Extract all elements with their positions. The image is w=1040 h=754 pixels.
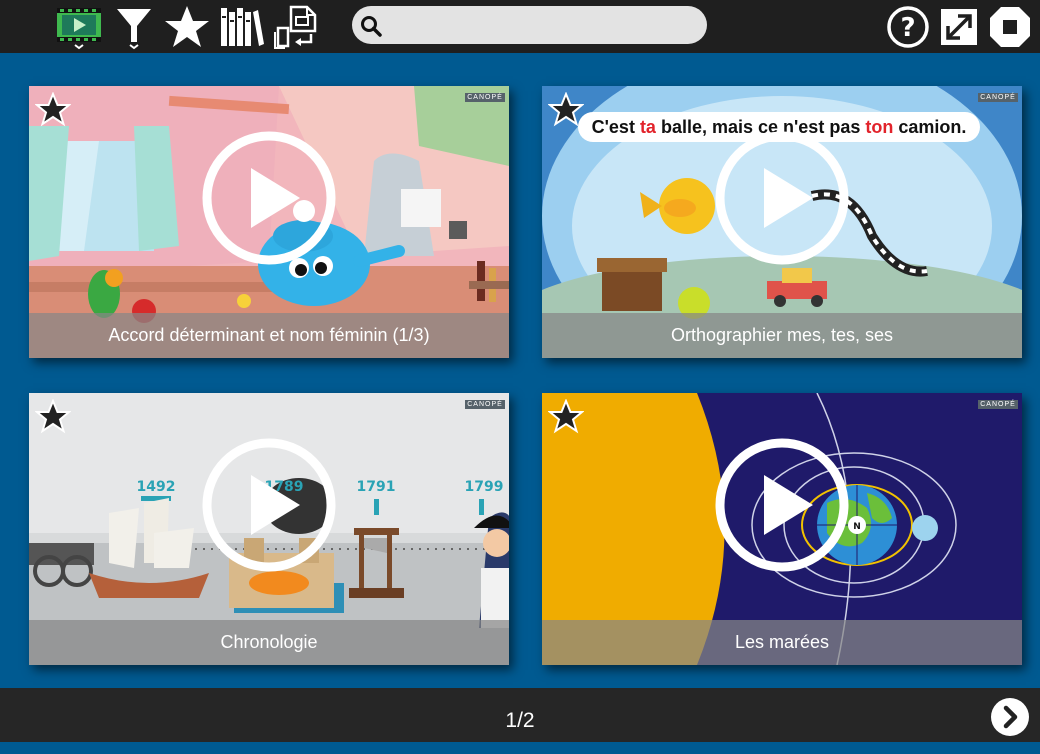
library-icon[interactable] [219, 4, 265, 50]
canope-logo: CANOPÉ [465, 400, 505, 409]
video-card[interactable]: 1492 1789 1791 1799 CANOPÉ Chronologie [29, 393, 509, 665]
favorite-star-icon[interactable] [547, 398, 585, 440]
video-card[interactable]: CANOPÉ Accord déterminant et nom féminin… [29, 86, 509, 358]
play-button-icon[interactable] [714, 130, 850, 271]
page-indicator: 1/2 [505, 709, 535, 732]
video-title: Orthographier mes, tes, ses [542, 313, 1022, 358]
subtitle-part: camion. [893, 117, 967, 137]
top-toolbar: ? [0, 0, 1040, 53]
search-bar [352, 6, 707, 46]
favorite-star-icon[interactable] [547, 91, 585, 133]
favorites-star-icon[interactable] [162, 4, 212, 50]
canope-logo: CANOPÉ [465, 93, 505, 102]
year-label: 1492 [137, 479, 176, 495]
subtitle-part: C'est [591, 117, 640, 137]
video-title: Accord déterminant et nom féminin (1/3) [29, 313, 509, 358]
subtitle-highlight: ta [639, 117, 656, 137]
filter-icon[interactable] [112, 4, 156, 50]
help-icon[interactable]: ? [884, 4, 932, 50]
next-page-icon[interactable] [990, 697, 1030, 742]
play-button-icon[interactable] [201, 130, 337, 271]
search-icon[interactable] [360, 15, 382, 42]
fullscreen-icon[interactable] [937, 4, 983, 50]
footer-bar: 1/2 [0, 688, 1040, 742]
favorite-star-icon[interactable] [34, 398, 72, 440]
import-export-icon[interactable] [273, 4, 321, 50]
canope-logo: CANOPÉ [978, 400, 1018, 409]
video-title: Les marées [542, 620, 1022, 665]
video-title: Chronologie [29, 620, 509, 665]
subtitle-highlight: ton [865, 117, 894, 137]
north-marker: N [853, 522, 861, 532]
video-card[interactable]: C'est ta balle, mais ce n'est pas ton ca… [542, 86, 1022, 358]
stop-icon[interactable] [987, 4, 1033, 50]
search-input[interactable] [388, 6, 697, 46]
year-label: 1791 [357, 479, 396, 495]
svg-text:?: ? [900, 13, 915, 43]
video-grid: CANOPÉ Accord déterminant et nom féminin… [0, 53, 1040, 688]
video-card[interactable]: N CANOPÉ Les marées [542, 393, 1022, 665]
play-button-icon[interactable] [201, 437, 337, 578]
canope-logo: CANOPÉ [978, 93, 1018, 102]
video-icon[interactable] [55, 4, 103, 50]
play-button-icon[interactable] [714, 437, 850, 578]
year-label: 1799 [465, 479, 504, 495]
favorite-star-icon[interactable] [34, 91, 72, 133]
